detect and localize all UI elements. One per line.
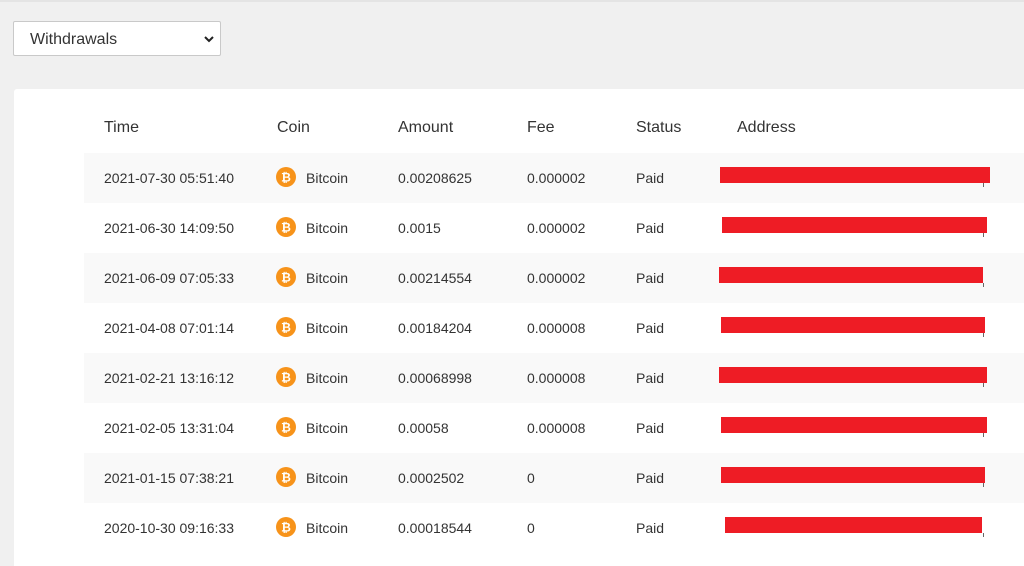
header-address: Address bbox=[737, 119, 796, 136]
bitcoin-icon: ₿ bbox=[276, 517, 296, 537]
table-row: 2021-04-08 07:01:14 ₿ Bitcoin 0.00184204 0.0… bbox=[84, 303, 1024, 353]
cell-fee: 0.000002 bbox=[527, 270, 586, 286]
cell-time: 2021-06-09 07:05:33 bbox=[104, 270, 234, 286]
address-end-mark bbox=[983, 533, 984, 537]
cell-status: Paid bbox=[636, 320, 665, 336]
redacted-address bbox=[721, 417, 987, 433]
cell-coin: Bitcoin bbox=[306, 220, 349, 236]
svg-text:₿: ₿ bbox=[281, 471, 291, 485]
table-row: 2021-02-05 13:31:04 ₿ Bitcoin 0.00058 0.0000… bbox=[84, 403, 1024, 453]
address-end-mark bbox=[983, 233, 984, 237]
cell-fee: 0.000002 bbox=[527, 170, 586, 186]
withdrawals-select[interactable]: Withdrawals bbox=[13, 21, 221, 56]
svg-text:₿: ₿ bbox=[281, 221, 291, 235]
cell-coin: Bitcoin bbox=[306, 420, 349, 436]
bitcoin-icon: ₿ bbox=[276, 167, 296, 187]
bitcoin-icon: ₿ bbox=[276, 367, 296, 387]
cell-time: 2021-02-21 13:16:12 bbox=[104, 370, 234, 386]
address-end-mark bbox=[983, 283, 984, 287]
svg-text:₿: ₿ bbox=[281, 371, 291, 385]
bitcoin-icon: ₿ bbox=[276, 317, 296, 337]
chevron-down-icon bbox=[204, 36, 214, 43]
cell-time: 2021-02-05 13:31:04 bbox=[104, 420, 234, 436]
cell-coin: Bitcoin bbox=[306, 470, 349, 486]
header-fee: Fee bbox=[527, 119, 555, 136]
table-row: 2021-06-09 07:05:33 ₿ Bitcoin 0.00214554 0.0… bbox=[84, 253, 1024, 303]
cell-fee: 0 bbox=[527, 470, 535, 486]
cell-fee: 0.000002 bbox=[527, 220, 586, 236]
bitcoin-icon: ₿ bbox=[276, 267, 296, 287]
cell-amount: 0.00214554 bbox=[398, 270, 472, 286]
cell-coin: Bitcoin bbox=[306, 270, 349, 286]
header-status: Status bbox=[636, 119, 682, 136]
redacted-address bbox=[719, 367, 987, 383]
cell-time: 2020-10-30 09:16:33 bbox=[104, 520, 234, 536]
cell-coin: Bitcoin bbox=[306, 320, 349, 336]
address-end-mark bbox=[983, 183, 984, 187]
bitcoin-icon: ₿ bbox=[276, 467, 296, 487]
redacted-address bbox=[722, 217, 987, 233]
table-row: 2021-06-30 14:09:50 ₿ Bitcoin 0.0015 0.00000… bbox=[84, 203, 1024, 253]
withdrawals-table: Time Coin Amount Fee Status Address 2021… bbox=[14, 89, 1024, 566]
cell-amount: 0.0002502 bbox=[398, 470, 465, 486]
table-row: 2021-01-15 07:38:21 ₿ Bitcoin 0.0002502 0 Pai… bbox=[84, 453, 1024, 503]
cell-amount: 0.00058 bbox=[398, 420, 449, 436]
cell-fee: 0.000008 bbox=[527, 370, 586, 386]
svg-text:₿: ₿ bbox=[281, 171, 291, 185]
bitcoin-icon: ₿ bbox=[276, 217, 296, 237]
svg-text:₿: ₿ bbox=[281, 271, 291, 285]
cell-time: 2021-01-15 07:38:21 bbox=[104, 470, 234, 486]
cell-status: Paid bbox=[636, 220, 665, 236]
cell-amount: 0.00208625 bbox=[398, 170, 472, 186]
redacted-address bbox=[719, 267, 983, 283]
address-end-mark bbox=[983, 383, 984, 387]
top-divider bbox=[0, 0, 1024, 2]
redacted-address bbox=[725, 517, 982, 533]
table-row: 2021-02-21 13:16:12 ₿ Bitcoin 0.00068998 0.0… bbox=[84, 353, 1024, 403]
cell-time: 2021-06-30 14:09:50 bbox=[104, 220, 234, 236]
cell-status: Paid bbox=[636, 270, 665, 286]
address-end-mark bbox=[983, 433, 984, 437]
cell-status: Paid bbox=[636, 420, 665, 436]
address-end-mark bbox=[983, 483, 984, 487]
cell-amount: 0.00184204 bbox=[398, 320, 472, 336]
table-row: 2020-10-30 09:16:33 ₿ Bitcoin 0.00018544 0 Pa… bbox=[84, 503, 1024, 553]
cell-status: Paid bbox=[636, 170, 665, 186]
cell-status: Paid bbox=[636, 520, 665, 536]
cell-coin: Bitcoin bbox=[306, 520, 349, 536]
cell-time: 2021-04-08 07:01:14 bbox=[104, 320, 234, 336]
cell-fee: 0 bbox=[527, 520, 535, 536]
cell-fee: 0.000008 bbox=[527, 320, 586, 336]
cell-amount: 0.00018544 bbox=[398, 520, 472, 536]
cell-coin: Bitcoin bbox=[306, 170, 349, 186]
cell-status: Paid bbox=[636, 370, 665, 386]
svg-text:₿: ₿ bbox=[281, 521, 291, 535]
address-end-mark bbox=[983, 333, 984, 337]
cell-coin: Bitcoin bbox=[306, 370, 349, 386]
cell-amount: 0.00068998 bbox=[398, 370, 472, 386]
svg-text:₿: ₿ bbox=[281, 321, 291, 335]
cell-amount: 0.0015 bbox=[398, 220, 441, 236]
redacted-address bbox=[721, 317, 985, 333]
redacted-address bbox=[721, 467, 985, 483]
header-coin: Coin bbox=[277, 119, 310, 136]
cell-fee: 0.000008 bbox=[527, 420, 586, 436]
header-time: Time bbox=[104, 119, 139, 136]
bitcoin-icon: ₿ bbox=[276, 417, 296, 437]
redacted-address bbox=[720, 167, 990, 183]
select-value: Withdrawals bbox=[30, 31, 118, 48]
cell-time: 2021-07-30 05:51:40 bbox=[104, 170, 234, 186]
table-row: 2021-07-30 05:51:40 ₿ Bitcoin 0.00208625 0.0… bbox=[84, 153, 1024, 203]
cell-status: Paid bbox=[636, 470, 665, 486]
header-amount: Amount bbox=[398, 119, 454, 136]
svg-text:₿: ₿ bbox=[281, 421, 291, 435]
